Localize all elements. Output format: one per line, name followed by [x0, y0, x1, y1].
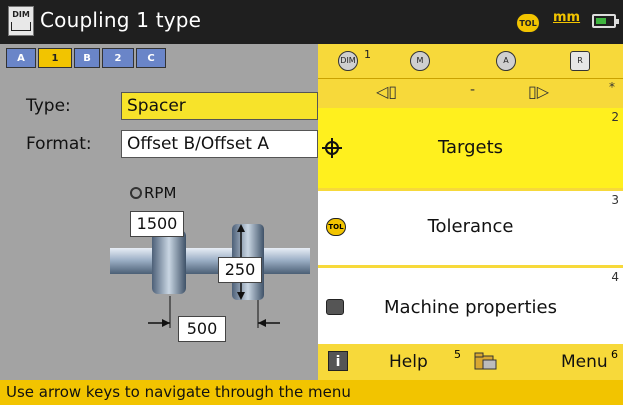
softkey-bar: i Help 5 Menu 6 [318, 344, 623, 380]
measure-menu-icon[interactable]: M [410, 51, 430, 71]
menu-softkey[interactable]: Menu [561, 352, 608, 372]
context-menu: DIM 1 M A R ◁▯ - ▯▷ * 2 Targets 3 TOL To… [318, 44, 623, 344]
help-softkey-number: 5 [454, 348, 461, 361]
format-label: Format: [26, 134, 92, 154]
nav-marker-left: - [470, 82, 476, 98]
dimensions-icon-text: DIM [12, 10, 30, 19]
unit-indicator: mm [553, 10, 581, 25]
nav-marker-right: * [609, 80, 615, 94]
title-bar: DIM Coupling 1 type TOL mm [0, 0, 623, 44]
tab-coupling-2[interactable]: 2 [102, 48, 134, 68]
menu-softkey-number: 6 [611, 348, 618, 361]
menu-item-label: Machine properties [384, 297, 557, 318]
help-softkey[interactable]: Help [389, 352, 428, 372]
info-icon[interactable]: i [328, 351, 348, 371]
previous-page-icon[interactable]: ◁▯ [376, 82, 397, 101]
format-field[interactable]: Offset B/Offset A [121, 130, 318, 158]
menu-item-label: Tolerance [427, 216, 514, 237]
analysis-menu-icon[interactable]: A [496, 51, 516, 71]
report-menu-icon[interactable]: R [570, 51, 590, 71]
menu-item-machine-properties[interactable]: 4 Machine properties [318, 268, 623, 344]
coupling-type-field[interactable]: Spacer [121, 92, 318, 120]
tab-machine-a[interactable]: A [6, 48, 36, 68]
icon-row-number: 1 [364, 48, 371, 61]
rpm-rotation-icon [130, 187, 142, 199]
diameter-value[interactable]: 250 [218, 257, 262, 283]
menu-item-number: 4 [611, 270, 619, 284]
tab-machine-b[interactable]: B [74, 48, 100, 68]
menu-item-number: 2 [611, 110, 619, 124]
tab-coupling-1[interactable]: 1 [38, 48, 72, 68]
type-label: Type: [26, 96, 71, 116]
status-bar: Use arrow keys to navigate through the m… [0, 380, 623, 405]
battery-icon [592, 14, 619, 28]
menu-item-number: 3 [611, 193, 619, 207]
rpm-value[interactable]: 1500 [130, 211, 184, 237]
menu-icon-row: DIM 1 M A R [318, 44, 623, 78]
folder-menu-icon[interactable] [474, 352, 498, 370]
menu-item-targets[interactable]: 2 Targets [318, 108, 623, 188]
menu-item-tolerance[interactable]: 3 TOL Tolerance [318, 191, 623, 265]
menu-item-label: Targets [437, 137, 504, 158]
next-page-icon[interactable]: ▯▷ [528, 82, 549, 101]
dimensions-icon: DIM [8, 6, 34, 36]
spacer-length-value[interactable]: 500 [178, 316, 226, 342]
tab-machine-c[interactable]: C [136, 48, 166, 68]
menu-nav-row: ◁▯ - ▯▷ * [318, 78, 623, 109]
window-title: Coupling 1 type [40, 8, 202, 32]
dimensions-menu-icon[interactable]: DIM [338, 51, 358, 71]
tolerance-status-icon: TOL [516, 13, 540, 33]
